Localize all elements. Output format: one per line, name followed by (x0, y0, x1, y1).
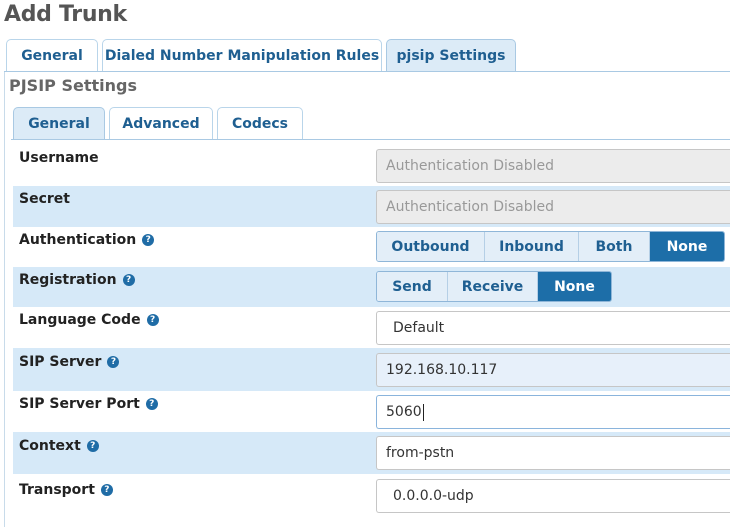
subtab-codecs[interactable]: Codecs (217, 107, 303, 139)
subtab-advanced[interactable]: Advanced (109, 107, 213, 139)
username-label: Username (19, 150, 99, 166)
registration-toggle: Send Receive None (376, 271, 612, 302)
authentication-row: Authentication ? Outbound Inbound Both N… (13, 227, 730, 267)
subtab-divider (11, 139, 730, 140)
tab-dialed-number-manipulation-rules[interactable]: Dialed Number Manipulation Rules (102, 39, 382, 71)
secret-row: Secret Authentication Disabled (13, 186, 730, 227)
registration-row: Registration ? Send Receive None (13, 267, 730, 307)
transport-select[interactable]: 0.0.0.0-udp (376, 479, 730, 513)
page-title: Add Trunk (4, 2, 127, 27)
sip-server-port-input[interactable]: 5060 (376, 395, 730, 429)
pjsip-settings-panel: PJSIP Settings General Advanced Codecs U… (4, 72, 730, 527)
tab-pjsip-settings[interactable]: pjsip Settings (386, 39, 516, 72)
sip-server-input[interactable]: 192.168.10.117 (376, 353, 730, 387)
transport-label: Transport ? (19, 482, 113, 498)
authentication-inbound-button[interactable]: Inbound (485, 232, 579, 261)
context-label: Context ? (19, 438, 99, 454)
help-icon[interactable]: ? (122, 274, 135, 286)
username-field: Authentication Disabled (376, 149, 730, 183)
context-input[interactable]: from-pstn (376, 436, 730, 470)
authentication-outbound-button[interactable]: Outbound (377, 232, 485, 261)
registration-none-button[interactable]: None (538, 272, 611, 301)
secret-label: Secret (19, 191, 70, 207)
language-code-row: Language Code ? Default (13, 307, 730, 348)
help-icon[interactable]: ? (107, 356, 120, 368)
language-code-select[interactable]: Default (376, 311, 730, 345)
authentication-none-button[interactable]: None (650, 232, 724, 261)
registration-send-button[interactable]: Send (377, 272, 448, 301)
sip-server-row: SIP Server ? 192.168.10.117 (13, 348, 730, 391)
language-code-label: Language Code ? (19, 312, 159, 328)
username-row: Username Authentication Disabled (13, 145, 730, 186)
help-icon[interactable]: ? (146, 314, 159, 326)
help-icon[interactable]: ? (145, 398, 158, 410)
authentication-toggle: Outbound Inbound Both None (376, 231, 725, 262)
sip-server-label: SIP Server ? (19, 354, 120, 370)
context-row: Context ? from-pstn (13, 432, 730, 474)
sip-server-port-label: SIP Server Port ? (19, 396, 158, 412)
secret-field: Authentication Disabled (376, 190, 730, 224)
authentication-label: Authentication ? (19, 232, 155, 248)
text-cursor (422, 403, 424, 421)
registration-receive-button[interactable]: Receive (448, 272, 538, 301)
help-icon[interactable]: ? (100, 484, 113, 496)
panel-title: PJSIP Settings (9, 76, 137, 95)
sip-server-port-value: 5060 (386, 404, 422, 420)
help-icon[interactable]: ? (142, 234, 155, 246)
registration-label: Registration ? (19, 272, 135, 288)
transport-row: Transport ? 0.0.0.0-udp (13, 474, 730, 517)
tab-general[interactable]: General (6, 39, 98, 71)
authentication-both-button[interactable]: Both (579, 232, 650, 261)
sip-server-port-row: SIP Server Port ? 5060 (13, 391, 730, 432)
subtab-general[interactable]: General (13, 107, 105, 140)
help-icon[interactable]: ? (86, 440, 99, 452)
